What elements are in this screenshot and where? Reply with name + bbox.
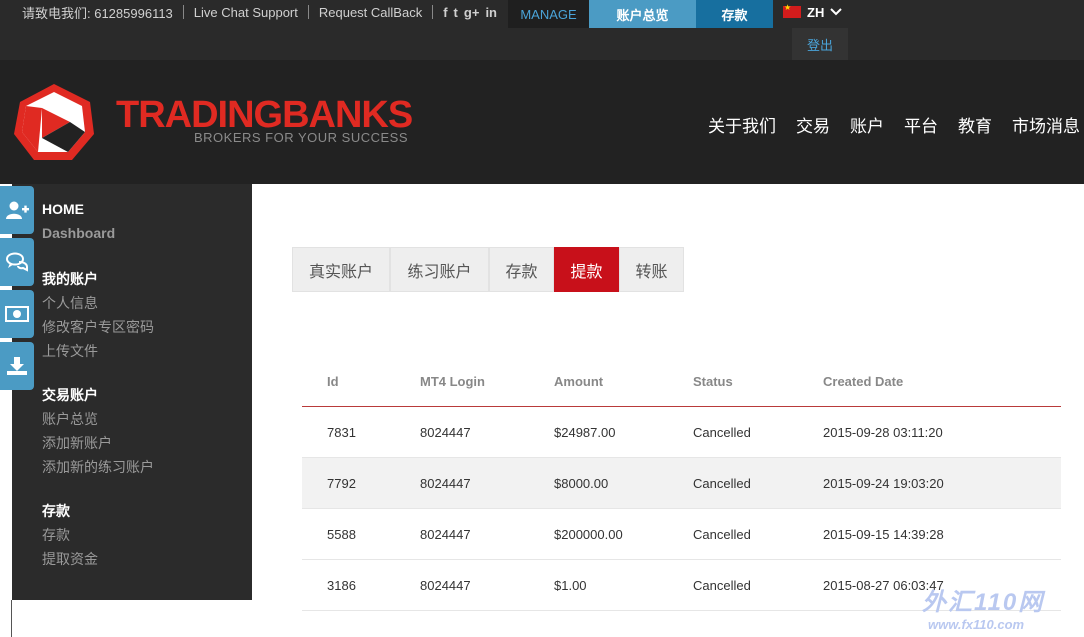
phone-text: 请致电我们: 61285996113 <box>22 5 173 21</box>
download-tab[interactable] <box>0 342 34 390</box>
add-user-icon <box>6 201 29 219</box>
tab-transfer[interactable]: 转账 <box>619 247 684 292</box>
chat-tab[interactable] <box>0 238 34 286</box>
divider <box>432 5 434 19</box>
divider <box>182 5 184 19</box>
logout-button[interactable]: 登出 <box>792 28 848 60</box>
site-header: TRADINGBANKS BROKERS FOR YOUR SUCCESS 关于… <box>0 60 1084 184</box>
cell-id: 7831 <box>327 425 356 440</box>
social-links: f t g+ in <box>443 5 497 20</box>
facebook-icon[interactable]: f <box>443 5 447 20</box>
nav-platform[interactable]: 平台 <box>904 112 938 137</box>
nav-account[interactable]: 账户 <box>850 112 884 137</box>
table-row: 7792 8024447 $8000.00 Cancelled 2015-09-… <box>302 458 1061 509</box>
sidebar-item-add-demo-account[interactable]: 添加新的练习账户 <box>42 457 154 477</box>
cell-amount: $1.00 <box>554 578 587 593</box>
cell-id: 3186 <box>327 578 356 593</box>
withdrawal-table: Id MT4 Login Amount Status Created Date … <box>302 356 1061 611</box>
account-overview-button[interactable]: 账户总览 <box>589 0 696 28</box>
cell-mt4-login: 8024447 <box>420 476 471 491</box>
sidebar-item-add-account[interactable]: 添加新账户 <box>42 433 112 453</box>
cell-mt4-login: 8024447 <box>420 578 471 593</box>
cell-amount: $24987.00 <box>554 425 616 440</box>
china-flag-icon <box>783 3 801 18</box>
nav-market-news[interactable]: 市场消息 <box>1012 112 1080 137</box>
watermark-url: www.fx110.com <box>928 617 1025 632</box>
live-chat-link[interactable]: Live Chat Support <box>194 5 298 20</box>
cell-status: Cancelled <box>693 578 751 593</box>
cell-amount: $8000.00 <box>554 476 609 491</box>
nav-about[interactable]: 关于我们 <box>708 112 776 137</box>
nav-trading[interactable]: 交易 <box>796 112 830 137</box>
table-row: 5588 8024447 $200000.00 Cancelled 2015-0… <box>302 509 1061 560</box>
contact-links: 请致电我们: 61285996113 Live Chat Support Req… <box>22 0 497 24</box>
money-icon <box>5 306 29 322</box>
chat-icon <box>6 252 28 272</box>
divider <box>307 5 309 19</box>
cell-status: Cancelled <box>693 527 751 542</box>
tab-withdraw[interactable]: 提款 <box>554 247 619 292</box>
account-tabs: 真实账户 练习账户 存款 提款 转账 <box>292 247 684 292</box>
divider <box>11 600 12 637</box>
add-user-tab[interactable] <box>0 186 34 234</box>
cell-mt4-login: 8024447 <box>420 425 471 440</box>
linkedin-icon[interactable]: in <box>485 5 497 20</box>
sidebar-item-personal-info[interactable]: 个人信息 <box>42 293 98 313</box>
column-header-status[interactable]: Status <box>693 356 733 407</box>
manage-button[interactable]: MANAGE <box>508 0 589 28</box>
cell-created-date: 2015-09-28 03:11:20 <box>823 425 943 440</box>
request-callback-link[interactable]: Request CallBack <box>319 5 422 20</box>
language-code: ZH <box>807 4 825 20</box>
language-selector[interactable]: ZH <box>783 0 843 24</box>
column-header-amount[interactable]: Amount <box>554 356 603 407</box>
cell-created-date: 2015-09-15 14:39:28 <box>823 527 944 542</box>
sidebar-item-change-password[interactable]: 修改客户专区密码 <box>42 317 154 337</box>
cell-status: Cancelled <box>693 476 751 491</box>
logo-icon[interactable] <box>12 82 96 162</box>
download-icon <box>7 357 27 375</box>
column-header-created-date[interactable]: Created Date <box>823 356 903 407</box>
money-tab[interactable] <box>0 290 34 338</box>
nav-education[interactable]: 教育 <box>958 112 992 137</box>
top-bar: 请致电我们: 61285996113 Live Chat Support Req… <box>0 0 1084 60</box>
chevron-down-icon <box>830 8 843 16</box>
sidebar-heading-trading-account: 交易账户 <box>42 387 98 403</box>
main-nav: 关于我们 交易 账户 平台 教育 市场消息 <box>708 112 1080 137</box>
cell-status: Cancelled <box>693 425 751 440</box>
table-row: 7831 8024447 $24987.00 Cancelled 2015-09… <box>302 407 1061 458</box>
sidebar-heading-my-account: 我的账户 <box>42 271 98 287</box>
cell-amount: $200000.00 <box>554 527 623 542</box>
tab-real-account[interactable]: 真实账户 <box>292 247 390 292</box>
sidebar: HOME Dashboard 我的账户 个人信息 修改客户专区密码 上传文件 交… <box>12 184 252 600</box>
sidebar-item-dashboard[interactable]: Dashboard <box>42 225 115 241</box>
cell-mt4-login: 8024447 <box>420 527 471 542</box>
brand-tagline: BROKERS FOR YOUR SUCCESS <box>194 130 409 145</box>
tab-deposit[interactable]: 存款 <box>489 247 554 292</box>
sidebar-item-deposit[interactable]: 存款 <box>42 525 70 545</box>
twitter-icon[interactable]: t <box>454 5 458 20</box>
sidebar-item-upload-files[interactable]: 上传文件 <box>42 341 98 361</box>
deposit-button[interactable]: 存款 <box>696 0 773 28</box>
sidebar-home[interactable]: HOME <box>42 201 84 217</box>
table-header: Id MT4 Login Amount Status Created Date <box>302 356 1061 407</box>
cell-id: 5588 <box>327 527 356 542</box>
cell-created-date: 2015-09-24 19:03:20 <box>823 476 944 491</box>
google-plus-icon[interactable]: g+ <box>464 5 480 20</box>
sidebar-item-withdraw-funds[interactable]: 提取资金 <box>42 549 98 569</box>
column-header-mt4-login[interactable]: MT4 Login <box>420 356 485 407</box>
watermark-title: 外汇110网 <box>922 589 1045 616</box>
tab-demo-account[interactable]: 练习账户 <box>390 247 489 292</box>
watermark: 外汇110网 www.fx110.com <box>922 582 1044 632</box>
column-header-id[interactable]: Id <box>327 356 339 407</box>
sidebar-item-account-overview[interactable]: 账户总览 <box>42 409 98 429</box>
cell-id: 7792 <box>327 476 356 491</box>
sidebar-heading-deposit: 存款 <box>42 503 70 519</box>
